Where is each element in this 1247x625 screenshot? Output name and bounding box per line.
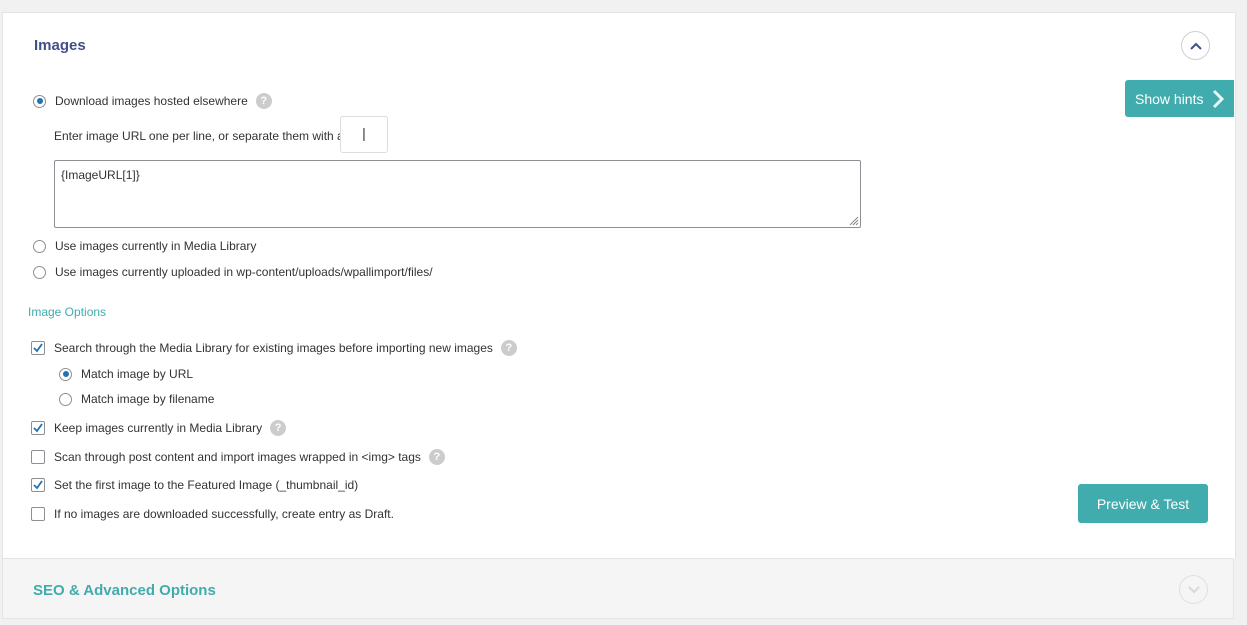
help-icon[interactable]: ? <box>270 420 287 436</box>
show-hints-button[interactable]: Show hints <box>1125 80 1234 117</box>
help-icon[interactable]: ? <box>255 93 272 109</box>
show-hints-label: Show hints <box>1135 90 1204 107</box>
checkmark-icon <box>33 343 43 353</box>
search-media-checkbox[interactable] <box>31 341 45 355</box>
separator-input[interactable]: | <box>340 116 388 153</box>
resize-handle-icon[interactable] <box>849 216 859 226</box>
scan-content-option[interactable]: Scan through post content and import ima… <box>31 449 445 465</box>
checkmark-icon <box>33 480 43 490</box>
scan-content-label: Scan through post content and import ima… <box>54 450 421 464</box>
url-hint-text: Enter image URL one per line, or separat… <box>54 129 344 143</box>
featured-image-label: Set the first image to the Featured Imag… <box>54 478 359 492</box>
chevron-up-icon <box>1189 42 1202 50</box>
chevron-right-icon <box>1212 89 1224 109</box>
media-library-label: Use images currently in Media Library <box>55 239 257 253</box>
images-section-title: Images <box>34 37 86 54</box>
uploads-folder-radio[interactable] <box>33 265 46 279</box>
collapse-images-button[interactable] <box>1181 31 1210 60</box>
uploads-folder-option[interactable]: Use images currently uploaded in wp-cont… <box>33 265 433 279</box>
keep-images-checkbox[interactable] <box>31 421 45 435</box>
seo-section-title: SEO & Advanced Options <box>33 582 216 599</box>
search-media-option[interactable]: Search through the Media Library for exi… <box>31 340 517 356</box>
media-library-radio[interactable] <box>33 239 46 253</box>
keep-images-label: Keep images currently in Media Library <box>54 421 263 435</box>
match-filename-option[interactable]: Match image by filename <box>59 392 214 406</box>
url-hint-row: Enter image URL one per line, or separat… <box>54 129 344 143</box>
download-images-radio[interactable] <box>33 94 46 108</box>
image-url-textarea-value: {ImageURL[1]} <box>61 168 140 182</box>
expand-seo-button[interactable] <box>1179 575 1208 604</box>
match-url-radio[interactable] <box>59 367 72 381</box>
checkmark-icon <box>33 423 43 433</box>
draft-label: If no images are downloaded successfully… <box>54 507 394 521</box>
help-icon[interactable]: ? <box>500 340 517 356</box>
preview-test-button[interactable]: Preview & Test <box>1078 484 1208 523</box>
download-images-label: Download images hosted elsewhere <box>55 94 248 108</box>
draft-checkbox[interactable] <box>31 507 45 521</box>
match-url-label: Match image by URL <box>81 367 194 381</box>
uploads-folder-label: Use images currently uploaded in wp-cont… <box>55 265 433 279</box>
download-images-option[interactable]: Download images hosted elsewhere ? <box>33 93 272 109</box>
help-icon[interactable]: ? <box>428 449 445 465</box>
chevron-down-icon <box>1187 585 1200 593</box>
match-filename-radio[interactable] <box>59 392 72 406</box>
image-options-heading: Image Options <box>28 305 107 319</box>
media-library-option[interactable]: Use images currently in Media Library <box>33 239 256 253</box>
image-url-textarea[interactable]: {ImageURL[1]} <box>54 160 861 228</box>
scan-content-checkbox[interactable] <box>31 450 45 464</box>
match-url-option[interactable]: Match image by URL <box>59 367 193 381</box>
draft-option[interactable]: If no images are downloaded successfully… <box>31 507 394 521</box>
match-filename-label: Match image by filename <box>81 392 215 406</box>
keep-images-option[interactable]: Keep images currently in Media Library ? <box>31 420 287 436</box>
featured-image-option[interactable]: Set the first image to the Featured Imag… <box>31 478 358 492</box>
seo-advanced-panel[interactable]: SEO & Advanced Options <box>2 558 1234 619</box>
search-media-label: Search through the Media Library for exi… <box>54 341 493 355</box>
featured-image-checkbox[interactable] <box>31 478 45 492</box>
